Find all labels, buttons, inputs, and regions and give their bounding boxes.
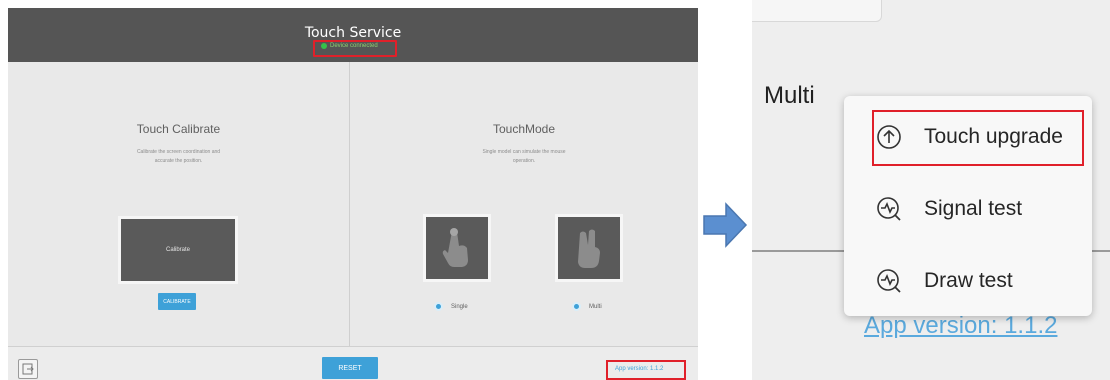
exit-button[interactable] — [18, 359, 38, 379]
popup-menu: Touch upgrade Signal test Draw test — [844, 96, 1092, 316]
draw-test-icon — [877, 269, 901, 293]
connection-status-label: Device connected — [330, 43, 378, 49]
calibrate-tile[interactable]: Calibrate — [121, 219, 235, 281]
single-mode-tile[interactable] — [423, 214, 491, 282]
menu-item-signal-test[interactable]: Signal test — [844, 180, 1092, 238]
connection-status: Device connected — [321, 43, 378, 49]
menu-item-draw-test[interactable]: Draw test — [844, 252, 1092, 310]
upgrade-icon — [877, 125, 901, 149]
next-step-arrow-icon — [703, 202, 748, 248]
menu-item-label: Touch upgrade — [924, 125, 1063, 148]
calibrate-tile-frame[interactable]: Calibrate — [118, 216, 238, 284]
app-version-link[interactable]: App version: 1.1.2 — [615, 366, 663, 372]
reset-button[interactable]: RESET — [322, 357, 378, 379]
menu-item-touch-upgrade[interactable]: Touch upgrade — [844, 108, 1092, 166]
single-mode-label: Single — [451, 303, 468, 310]
zoom-multi-label: Multi — [764, 82, 815, 109]
multi-radio[interactable] — [572, 302, 581, 311]
calibrate-desc-line-1: Calibrate the screen coordination and — [136, 149, 221, 155]
single-mode-option[interactable]: Single — [434, 302, 468, 311]
single-radio[interactable] — [434, 302, 443, 311]
calibrate-description: Calibrate the screen coordination and ac… — [8, 148, 349, 166]
multi-finger-touch-icon — [558, 217, 620, 279]
status-dot-icon — [321, 43, 327, 49]
single-finger-touch-icon — [426, 217, 488, 279]
touch-mode-desc-line-1: Single model can simulate the mouse — [482, 149, 566, 155]
menu-item-label: Signal test — [924, 197, 1023, 220]
calibrate-pane: Touch Calibrate Calibrate the screen coo… — [8, 62, 349, 346]
zoom-app-version-link[interactable]: App version: 1.1.2 — [864, 312, 1057, 340]
touch-mode-desc-line-2: operation. — [512, 158, 536, 164]
zoom-top-button — [752, 0, 882, 22]
exit-icon — [22, 363, 34, 375]
multi-mode-option[interactable]: Multi — [572, 302, 602, 311]
multi-mode-label: Multi — [589, 303, 602, 310]
touch-service-window: Touch Service Device connected Touch Cal… — [8, 8, 698, 380]
menu-item-label: Draw test — [924, 269, 1013, 292]
calibrate-title: Touch Calibrate — [136, 122, 221, 136]
calibrate-desc-line-2: accurate the position. — [154, 158, 203, 164]
zoomed-menu-view: Multi App version: 1.1.2 Touch upgrade S… — [752, 0, 1110, 380]
multi-mode-tile[interactable] — [555, 214, 623, 282]
touch-mode-description: Single model can simulate the mouse oper… — [350, 148, 698, 166]
touch-mode-title: TouchMode — [492, 122, 556, 136]
calibrate-button[interactable]: CALIBRATE — [158, 293, 196, 310]
app-title: Touch Service — [304, 25, 402, 41]
app-footer: RESET App version: 1.1.2 — [8, 346, 698, 380]
touch-mode-pane: TouchMode Single model can simulate the … — [350, 62, 698, 346]
signal-test-icon — [877, 197, 901, 221]
